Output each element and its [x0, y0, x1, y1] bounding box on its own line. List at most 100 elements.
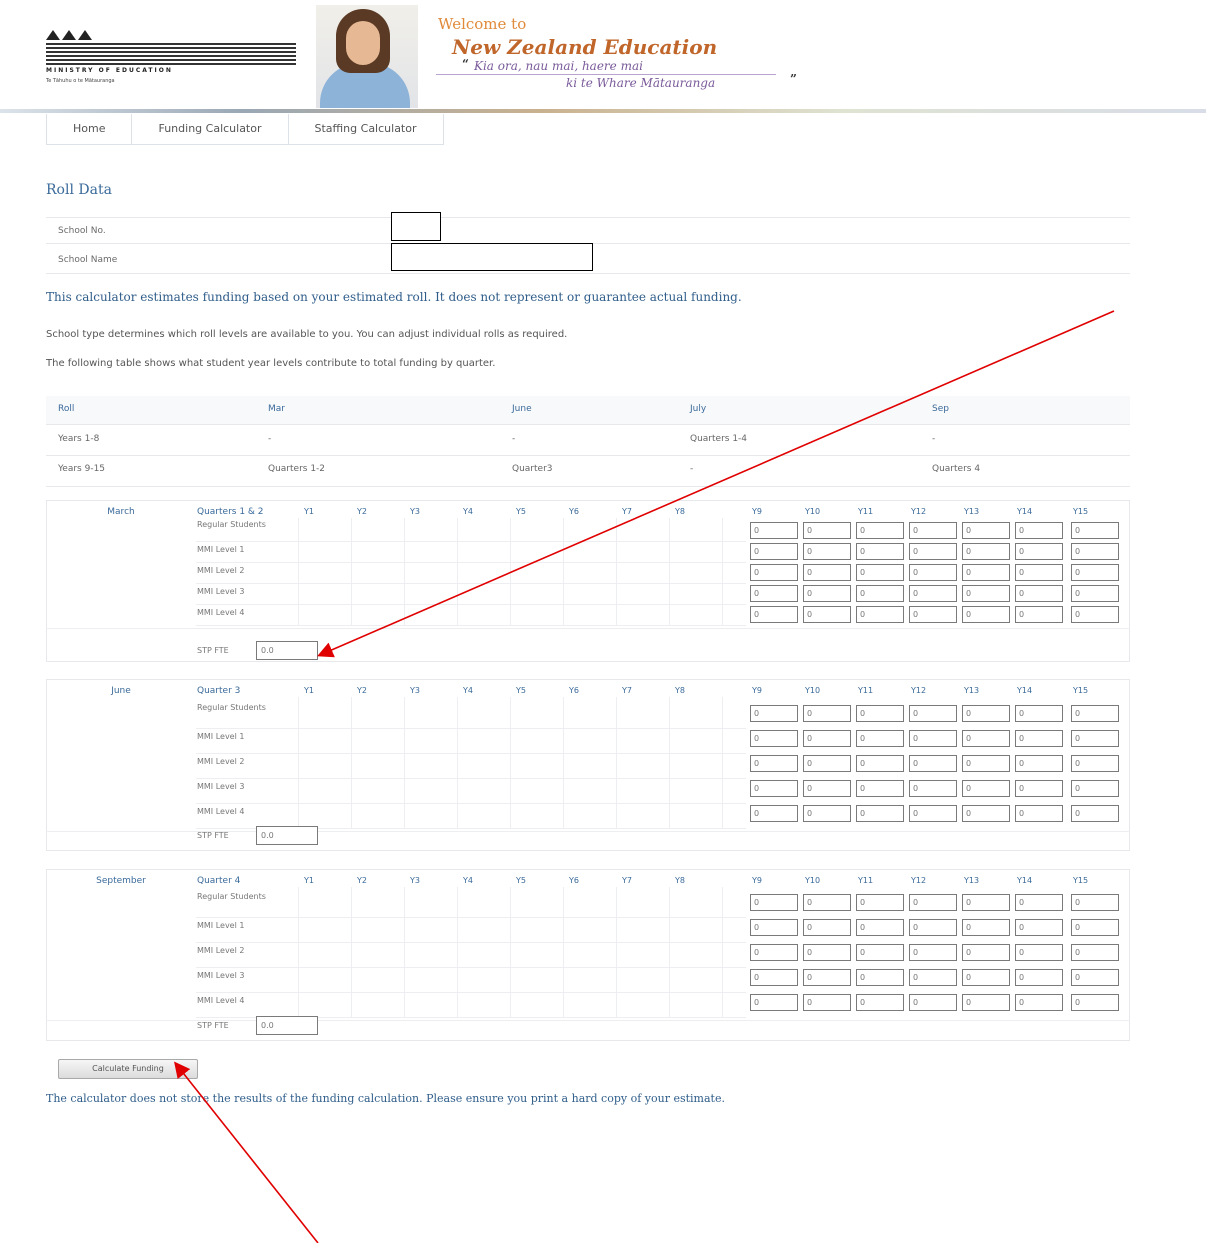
roll-input[interactable]: 0: [750, 705, 798, 722]
roll-input[interactable]: 0: [803, 564, 851, 581]
roll-input[interactable]: 0: [750, 805, 798, 822]
roll-input[interactable]: 0: [856, 705, 904, 722]
roll-input[interactable]: 0: [1071, 564, 1119, 581]
roll-input[interactable]: 0: [1015, 919, 1063, 936]
roll-input[interactable]: 0: [909, 522, 957, 539]
roll-input[interactable]: 0: [856, 994, 904, 1011]
roll-input[interactable]: 0: [750, 780, 798, 797]
roll-input[interactable]: 0: [1071, 919, 1119, 936]
roll-input[interactable]: 0: [1071, 730, 1119, 747]
roll-input[interactable]: 0: [856, 780, 904, 797]
roll-input[interactable]: 0: [1071, 522, 1119, 539]
roll-input[interactable]: 0: [962, 606, 1010, 623]
roll-input[interactable]: 0: [750, 894, 798, 911]
roll-input[interactable]: 0: [962, 919, 1010, 936]
roll-input[interactable]: 0: [962, 994, 1010, 1011]
roll-input[interactable]: 0: [803, 894, 851, 911]
roll-input[interactable]: 0: [909, 730, 957, 747]
roll-input[interactable]: 0: [909, 805, 957, 822]
roll-input[interactable]: 0: [1071, 585, 1119, 602]
roll-input[interactable]: 0: [750, 543, 798, 560]
roll-input[interactable]: 0: [856, 919, 904, 936]
roll-input[interactable]: 0: [962, 730, 1010, 747]
roll-input[interactable]: 0: [909, 564, 957, 581]
nav-funding-calculator[interactable]: Funding Calculator: [132, 114, 289, 144]
roll-input[interactable]: 0: [1071, 606, 1119, 623]
roll-input[interactable]: 0: [909, 969, 957, 986]
school-name-field[interactable]: [391, 243, 593, 271]
roll-input[interactable]: 0: [803, 730, 851, 747]
roll-input[interactable]: 0: [1015, 994, 1063, 1011]
roll-input[interactable]: 0: [750, 730, 798, 747]
roll-input[interactable]: 0: [1071, 994, 1119, 1011]
nav-staffing-calculator[interactable]: Staffing Calculator: [289, 114, 443, 144]
roll-input[interactable]: 0: [909, 994, 957, 1011]
roll-input[interactable]: 0: [909, 543, 957, 560]
roll-input[interactable]: 0: [962, 755, 1010, 772]
roll-input[interactable]: 0: [1071, 894, 1119, 911]
roll-input[interactable]: 0: [909, 894, 957, 911]
roll-input[interactable]: 0: [962, 894, 1010, 911]
roll-input[interactable]: 0: [750, 755, 798, 772]
roll-input[interactable]: 0: [962, 543, 1010, 560]
roll-input[interactable]: 0: [1015, 585, 1063, 602]
roll-input[interactable]: 0: [1071, 944, 1119, 961]
roll-input[interactable]: 0: [1071, 755, 1119, 772]
roll-input[interactable]: 0: [856, 944, 904, 961]
roll-input[interactable]: 0: [1015, 894, 1063, 911]
roll-input[interactable]: 0: [1015, 730, 1063, 747]
roll-input[interactable]: 0: [750, 969, 798, 986]
roll-input[interactable]: 0: [856, 755, 904, 772]
roll-input[interactable]: 0: [962, 585, 1010, 602]
roll-input[interactable]: 0: [750, 606, 798, 623]
roll-input[interactable]: 0: [962, 969, 1010, 986]
roll-input[interactable]: 0: [750, 585, 798, 602]
roll-input[interactable]: 0: [1015, 522, 1063, 539]
roll-input[interactable]: 0: [803, 585, 851, 602]
roll-input[interactable]: 0: [1015, 755, 1063, 772]
roll-input[interactable]: 0: [750, 944, 798, 961]
roll-input[interactable]: 0: [1015, 705, 1063, 722]
roll-input[interactable]: 0: [1015, 606, 1063, 623]
roll-input[interactable]: 0: [856, 730, 904, 747]
roll-input[interactable]: 0: [856, 522, 904, 539]
roll-input[interactable]: 0: [856, 543, 904, 560]
roll-input[interactable]: 0: [803, 805, 851, 822]
stp-fte-input[interactable]: 0.0: [256, 826, 318, 845]
roll-input[interactable]: 0: [909, 780, 957, 797]
roll-input[interactable]: 0: [803, 919, 851, 936]
roll-input[interactable]: 0: [856, 606, 904, 623]
roll-input[interactable]: 0: [856, 894, 904, 911]
roll-input[interactable]: 0: [1015, 969, 1063, 986]
roll-input[interactable]: 0: [1071, 969, 1119, 986]
roll-input[interactable]: 0: [1071, 543, 1119, 560]
roll-input[interactable]: 0: [1015, 564, 1063, 581]
roll-input[interactable]: 0: [909, 606, 957, 623]
calculate-funding-button[interactable]: Calculate Funding: [58, 1059, 198, 1079]
roll-input[interactable]: 0: [803, 969, 851, 986]
roll-input[interactable]: 0: [803, 543, 851, 560]
nav-home[interactable]: Home: [47, 114, 133, 144]
roll-input[interactable]: 0: [962, 805, 1010, 822]
roll-input[interactable]: 0: [856, 805, 904, 822]
roll-input[interactable]: 0: [1071, 780, 1119, 797]
roll-input[interactable]: 0: [1015, 805, 1063, 822]
stp-fte-input[interactable]: 0.0: [256, 1016, 318, 1035]
roll-input[interactable]: 0: [1015, 944, 1063, 961]
roll-input[interactable]: 0: [1015, 780, 1063, 797]
roll-input[interactable]: 0: [1015, 543, 1063, 560]
roll-input[interactable]: 0: [962, 780, 1010, 797]
roll-input[interactable]: 0: [909, 944, 957, 961]
roll-input[interactable]: 0: [856, 564, 904, 581]
roll-input[interactable]: 0: [856, 969, 904, 986]
roll-input[interactable]: 0: [750, 522, 798, 539]
roll-input[interactable]: 0: [962, 522, 1010, 539]
roll-input[interactable]: 0: [750, 919, 798, 936]
roll-input[interactable]: 0: [803, 994, 851, 1011]
roll-input[interactable]: 0: [803, 522, 851, 539]
roll-input[interactable]: 0: [1071, 705, 1119, 722]
roll-input[interactable]: 0: [962, 564, 1010, 581]
roll-input[interactable]: 0: [1071, 805, 1119, 822]
roll-input[interactable]: 0: [962, 944, 1010, 961]
roll-input[interactable]: 0: [909, 585, 957, 602]
